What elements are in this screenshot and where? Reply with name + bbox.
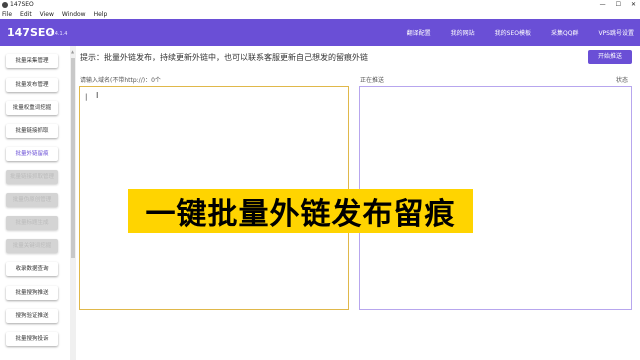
menu-edit[interactable]: Edit: [20, 10, 32, 19]
minimize-button[interactable]: —: [600, 0, 606, 10]
sidebar-item-collect[interactable]: 批量采集管理: [6, 54, 58, 68]
domain-input-label: 请输入域名(不带http://)：0个: [80, 77, 161, 84]
menu-window[interactable]: Window: [62, 10, 86, 19]
sidebar-item-disabled-1: 批量链接抓取管理: [6, 170, 58, 184]
sidebar-item-sogou-push[interactable]: 批量搜狗推送: [6, 286, 58, 300]
scroll-thumb[interactable]: [71, 58, 75, 258]
start-push-button[interactable]: 开始推送: [588, 50, 632, 64]
close-button[interactable]: ✕: [631, 0, 636, 10]
nav-vps-settings[interactable]: VPS跳号设置: [598, 28, 634, 37]
overlay-banner: 一键批量外链发布留痕: [128, 189, 473, 233]
sidebar-item-disabled-4: 批量关键词挖掘: [6, 239, 58, 253]
app-header: 147SEO v1.4.1.4 翻译配置 我的网站 我的SEO模板 采集QQ群 …: [0, 19, 640, 46]
status-label: 状态: [616, 77, 629, 84]
menu-view[interactable]: View: [40, 10, 54, 19]
maximize-button[interactable]: ☐: [616, 0, 621, 10]
pushing-label: 正在推送: [360, 77, 385, 84]
sidebar-item-disabled-2: 批量伪原创管理: [6, 193, 58, 207]
scroll-up-icon[interactable]: ▲: [71, 49, 74, 54]
sidebar-item-backlink[interactable]: 批量外链留痕: [6, 147, 58, 161]
nav-seo-templates[interactable]: 我的SEO模板: [495, 28, 531, 37]
menu-file[interactable]: File: [2, 10, 12, 19]
hint-text: 提示：批量外链发布，持续更新外链中，也可以联系客服更新自己想发的留痕外链: [80, 53, 368, 62]
header-nav: 翻译配置 我的网站 我的SEO模板 采集QQ群 VPS跳号设置: [387, 19, 634, 46]
sidebar-item-sogou-complaint[interactable]: 批量搜狗投诉: [6, 332, 58, 346]
sidebar-item-link-crawl[interactable]: 批量链接抓取: [6, 124, 58, 138]
sidebar-item-publish[interactable]: 批量发布管理: [6, 78, 58, 92]
sidebar-item-keyword-mining[interactable]: 批量权重词挖掘: [6, 101, 58, 115]
sidebar-scrollbar[interactable]: ▲: [70, 46, 76, 360]
nav-my-sites[interactable]: 我的网站: [451, 28, 475, 37]
overlay-banner-text: 一键批量外链发布留痕: [145, 197, 456, 232]
nav-translate-config[interactable]: 翻译配置: [407, 28, 431, 37]
sidebar-item-index-query[interactable]: 收录数据查询: [6, 262, 58, 276]
sidebar: 批量采集管理 批量发布管理 批量权重词挖掘 批量链接抓取 批量外链留痕 批量链接…: [0, 46, 70, 360]
menu-help[interactable]: Help: [94, 10, 108, 19]
menu-bar: File Edit View Window Help: [0, 10, 640, 19]
app-icon: [2, 2, 8, 8]
sidebar-item-sogou-verify[interactable]: 搜狗验证推送: [6, 309, 58, 323]
window-title: 147SEO: [10, 1, 34, 8]
title-bar: 147SEO — ☐ ✕: [0, 0, 640, 10]
text-caret: |: [85, 93, 88, 101]
nav-qq-group[interactable]: 采集QQ群: [551, 28, 578, 37]
version-label: v1.4.1.4: [47, 31, 68, 37]
ibeam-cursor-icon: I: [96, 91, 99, 100]
sidebar-item-disabled-3: 批量标题生成: [6, 216, 58, 230]
